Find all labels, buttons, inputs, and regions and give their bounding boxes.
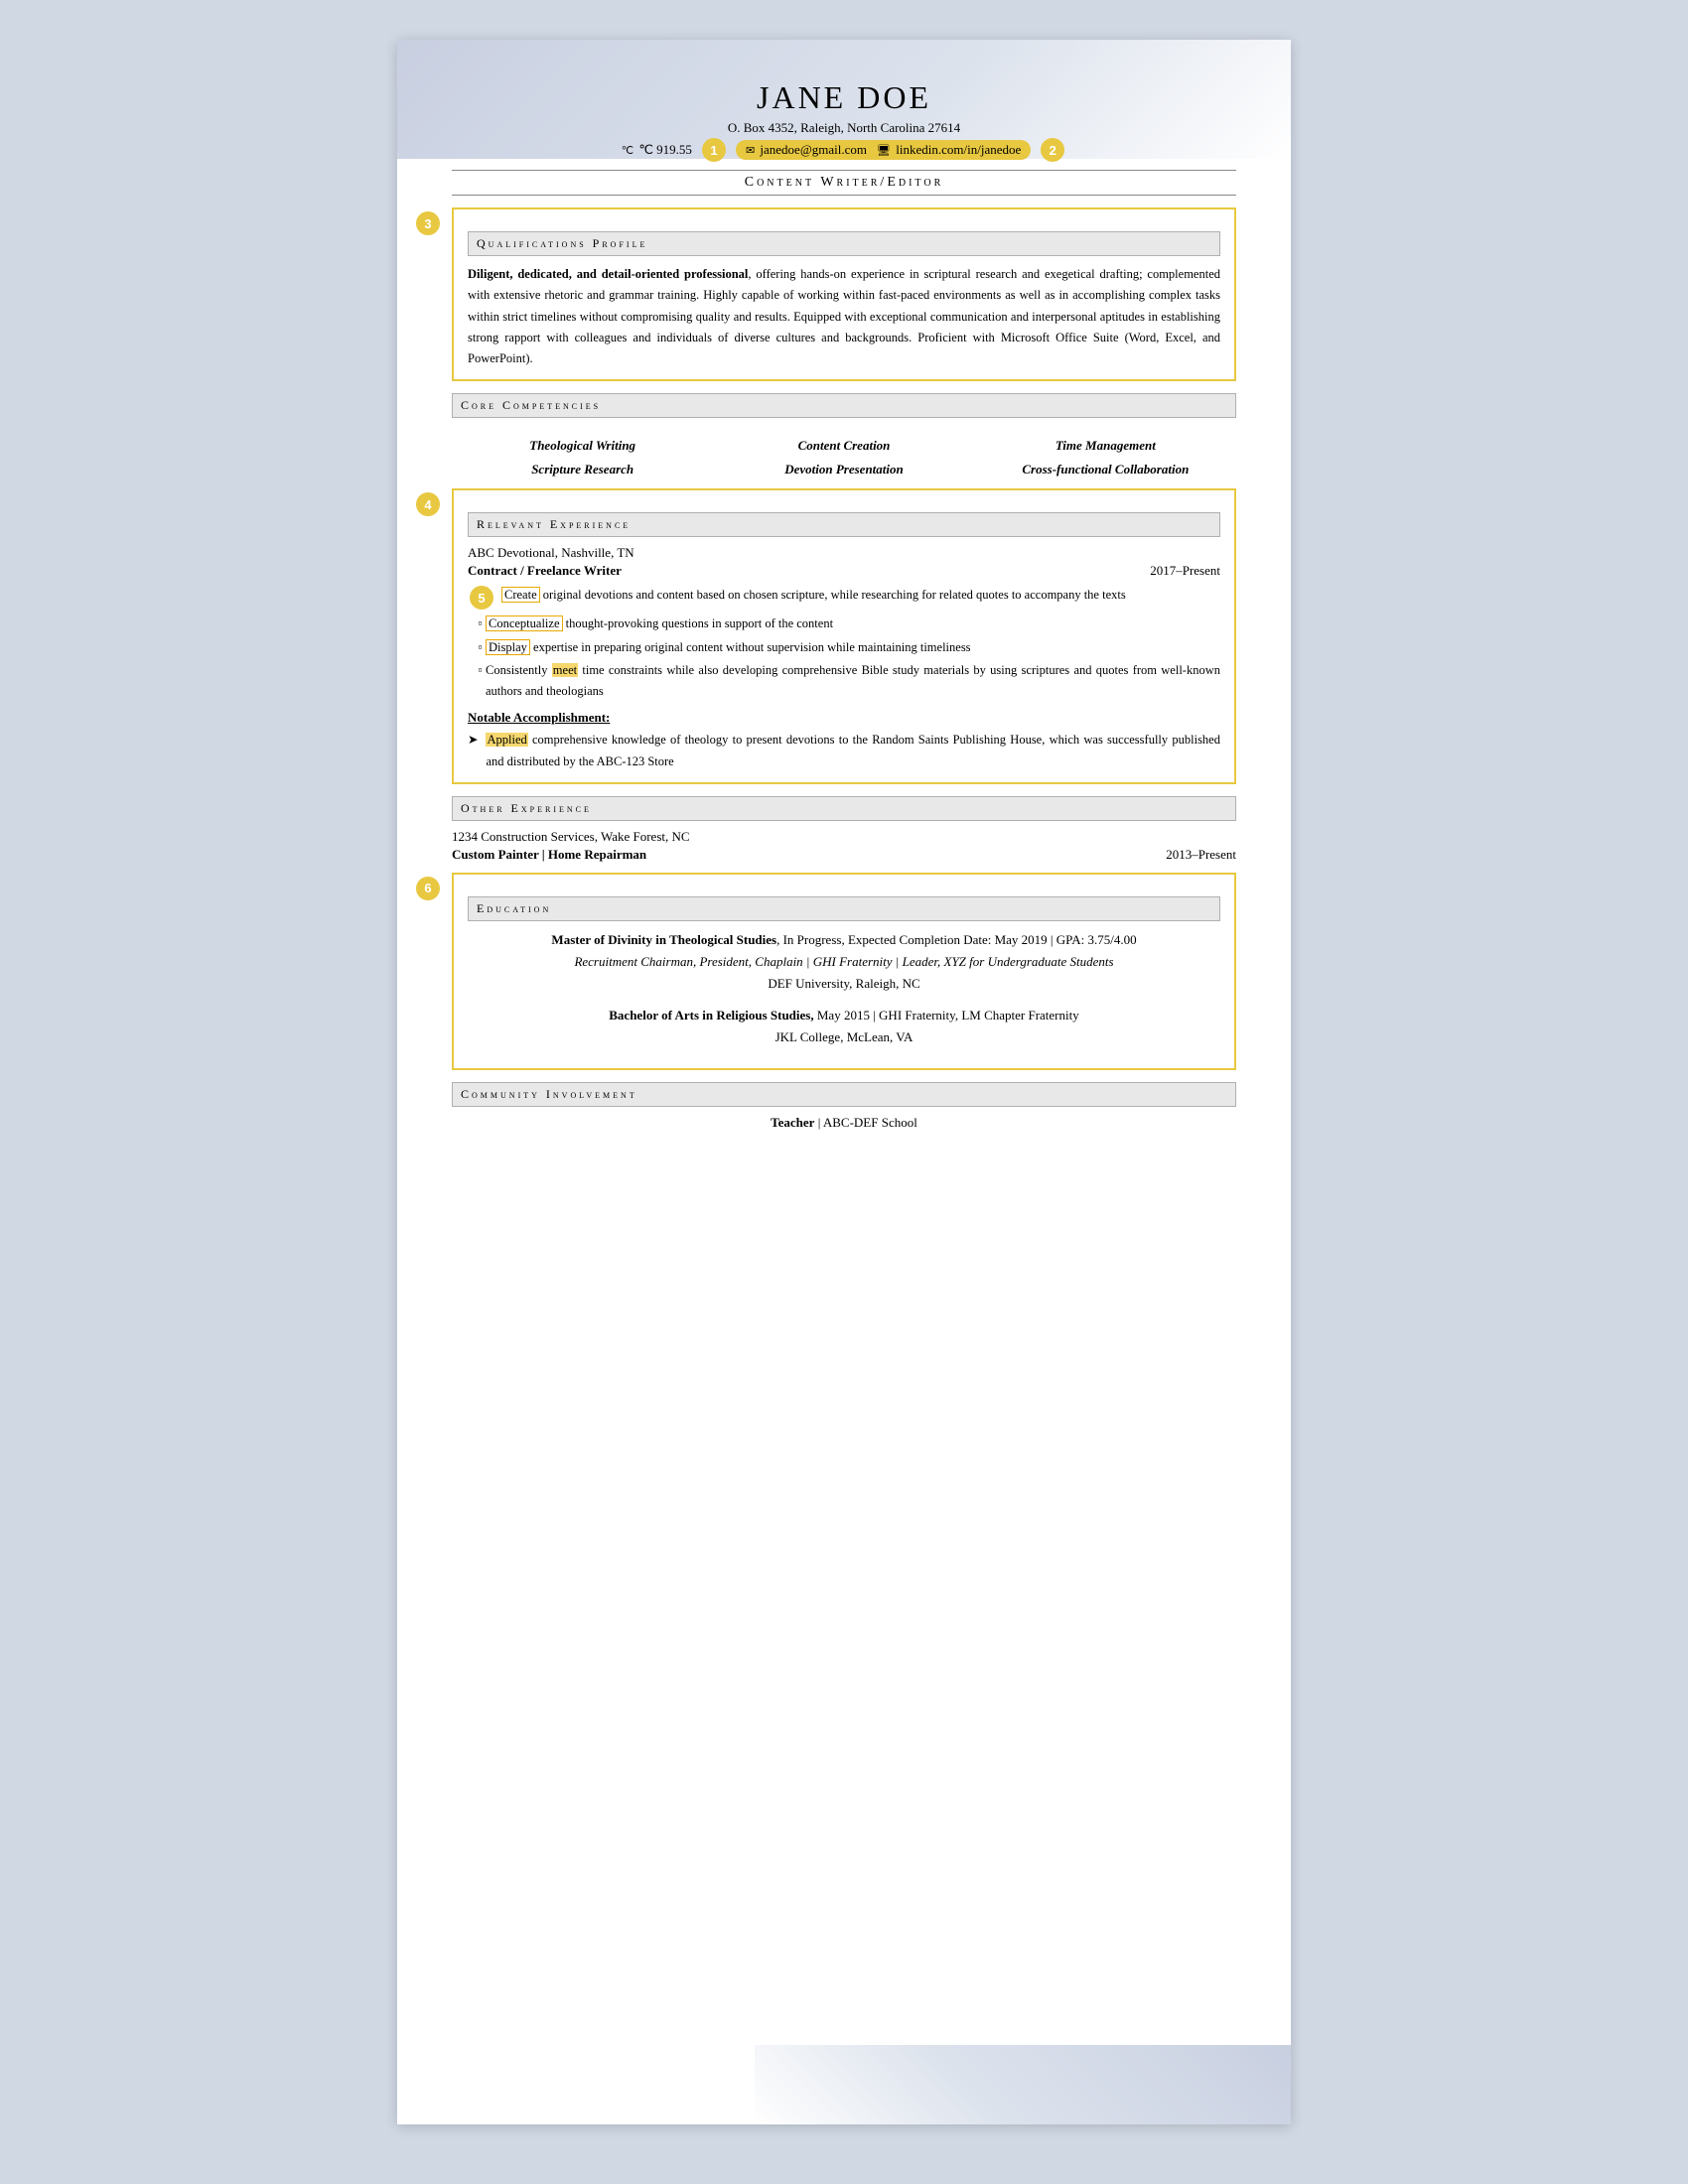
other-company: 1234 Construction Services, Wake Forest,… bbox=[452, 829, 1236, 845]
relevant-experience-box: Relevant Experience ABC Devotional, Nash… bbox=[452, 488, 1236, 784]
other-job-date: 2013–Present bbox=[1166, 847, 1236, 863]
masters-degree-line: Master of Divinity in Theological Studie… bbox=[468, 929, 1220, 951]
relevant-header: Relevant Experience bbox=[468, 512, 1220, 537]
badge-3: 3 bbox=[416, 211, 440, 235]
edu-masters: Master of Divinity in Theological Studie… bbox=[468, 929, 1220, 995]
bachelors-degree: Bachelor of Arts in Religious Studies, bbox=[609, 1008, 813, 1023]
community-org: ABC-DEF School bbox=[823, 1115, 917, 1130]
comp-theological-writing: Theological Writing Scripture Research bbox=[452, 434, 713, 480]
other-header: Other Experience bbox=[452, 796, 1236, 821]
resume-header: Jane Doe O. Box 4352, Raleigh, North Car… bbox=[452, 79, 1236, 196]
edu-bachelors: Bachelor of Arts in Religious Studies, M… bbox=[468, 1005, 1220, 1048]
community-section: Community Involvement Teacher | ABC-DEF … bbox=[452, 1082, 1236, 1131]
linkedin-url: linkedin.com/in/janedoe bbox=[896, 142, 1021, 157]
badge-5: 5 bbox=[470, 586, 493, 610]
relevant-job-row: Contract / Freelance Writer 2017–Present bbox=[468, 563, 1220, 579]
relevant-job-title: Contract / Freelance Writer bbox=[468, 563, 622, 579]
competencies-grid: Theological Writing Scripture Research C… bbox=[452, 426, 1236, 488]
applied-highlight: Applied bbox=[486, 733, 527, 747]
notable-label: Notable Accomplishment: bbox=[468, 710, 1220, 726]
core-competencies-section: Core Competencies Theological Writing Sc… bbox=[452, 393, 1236, 488]
relevant-experience-section: 4 Relevant Experience ABC Devotional, Na… bbox=[452, 488, 1236, 784]
community-role: Teacher bbox=[771, 1115, 814, 1130]
community-header: Community Involvement bbox=[452, 1082, 1236, 1107]
relevant-company: ABC Devotional, Nashville, TN bbox=[468, 545, 1220, 561]
qualifications-header: Qualifications Profile bbox=[468, 231, 1220, 256]
other-experience-section: Other Experience 1234 Construction Servi… bbox=[452, 796, 1236, 863]
qualifications-rest: , offering hands-on experience in script… bbox=[468, 267, 1220, 365]
email-linkedin-group: ✉ janedoe@gmail.com 🖥 linkedin.com/in/ja… bbox=[736, 140, 1031, 160]
address-line: O. Box 4352, Raleigh, North Carolina 276… bbox=[452, 120, 1236, 136]
qualifications-bold: Diligent, dedicated, and detail-oriented… bbox=[468, 267, 748, 281]
community-line: Teacher | ABC-DEF School bbox=[452, 1115, 1236, 1131]
bachelors-degree-line: Bachelor of Arts in Religious Studies, M… bbox=[468, 1005, 1220, 1026]
phone-number: ℃ ℃ 919.55 bbox=[622, 142, 692, 158]
email-entry: ✉ janedoe@gmail.com bbox=[746, 142, 867, 158]
meet-highlight: meet bbox=[552, 663, 578, 677]
email-icon: ✉ bbox=[746, 145, 755, 157]
bullet-3: Display expertise in preparing original … bbox=[486, 637, 1220, 658]
bullet-4: Consistently meet time constraints while… bbox=[486, 660, 1220, 703]
arrow-icon: ➤ bbox=[468, 730, 478, 772]
linkedin-icon: 🖥 bbox=[877, 145, 891, 157]
masters-school: DEF University, Raleigh, NC bbox=[468, 973, 1220, 995]
bullet-1: Create original devotions and content ba… bbox=[501, 585, 1126, 606]
masters-degree: Master of Divinity in Theological Studie… bbox=[551, 932, 776, 947]
qualifications-box: Qualifications Profile Diligent, dedicat… bbox=[452, 207, 1236, 381]
other-job-row: Custom Painter | Home Repairman 2013–Pre… bbox=[452, 847, 1236, 863]
experience-bullets: Conceptualize thought-provoking question… bbox=[486, 614, 1220, 702]
badge-2: 2 bbox=[1041, 138, 1064, 162]
masters-detail: , In Progress, Expected Completion Date:… bbox=[776, 932, 1136, 947]
conceptualize-highlight: Conceptualize bbox=[486, 615, 563, 631]
bullet-2: Conceptualize thought-provoking question… bbox=[486, 614, 1220, 634]
notable-bullet: ➤ Applied comprehensive knowledge of the… bbox=[468, 730, 1220, 772]
qualifications-section: 3 Qualifications Profile Diligent, dedic… bbox=[452, 207, 1236, 381]
contact-row: ℃ ℃ 919.55 1 ✉ janedoe@gmail.com 🖥 linke… bbox=[452, 138, 1236, 162]
display-highlight: Display bbox=[486, 639, 530, 655]
badge-4: 4 bbox=[416, 492, 440, 516]
badge-6: 6 bbox=[416, 877, 440, 900]
candidate-name: Jane Doe bbox=[452, 79, 1236, 116]
notable-text: Applied comprehensive knowledge of theol… bbox=[486, 730, 1220, 772]
bachelors-detail: May 2015 | GHI Fraternity, LM Chapter Fr… bbox=[814, 1008, 1079, 1023]
create-highlight: Create bbox=[501, 587, 540, 603]
phone-icon: ℃ bbox=[622, 145, 633, 157]
badge-1: 1 bbox=[702, 138, 726, 162]
masters-line2: Recruitment Chairman, President, Chaplai… bbox=[468, 951, 1220, 973]
core-header: Core Competencies bbox=[452, 393, 1236, 418]
job-title: Content Writer/Editor bbox=[452, 170, 1236, 196]
education-box: Education Master of Divinity in Theologi… bbox=[452, 873, 1236, 1070]
email-address: janedoe@gmail.com bbox=[760, 142, 867, 157]
relevant-job-date: 2017–Present bbox=[1150, 563, 1220, 579]
bachelors-school: JKL College, McLean, VA bbox=[468, 1026, 1220, 1048]
other-job-title: Custom Painter | Home Repairman bbox=[452, 847, 646, 863]
linkedin-entry: 🖥 linkedin.com/in/janedoe bbox=[877, 142, 1021, 158]
qualifications-text: Diligent, dedicated, and detail-oriented… bbox=[468, 264, 1220, 369]
comp-content-creation: Content Creation Devotion Presentation bbox=[713, 434, 974, 480]
comp-time-management: Time Management Cross-functional Collabo… bbox=[975, 434, 1236, 480]
education-header: Education bbox=[468, 896, 1220, 921]
education-section: 6 Education Master of Divinity in Theolo… bbox=[452, 873, 1236, 1070]
